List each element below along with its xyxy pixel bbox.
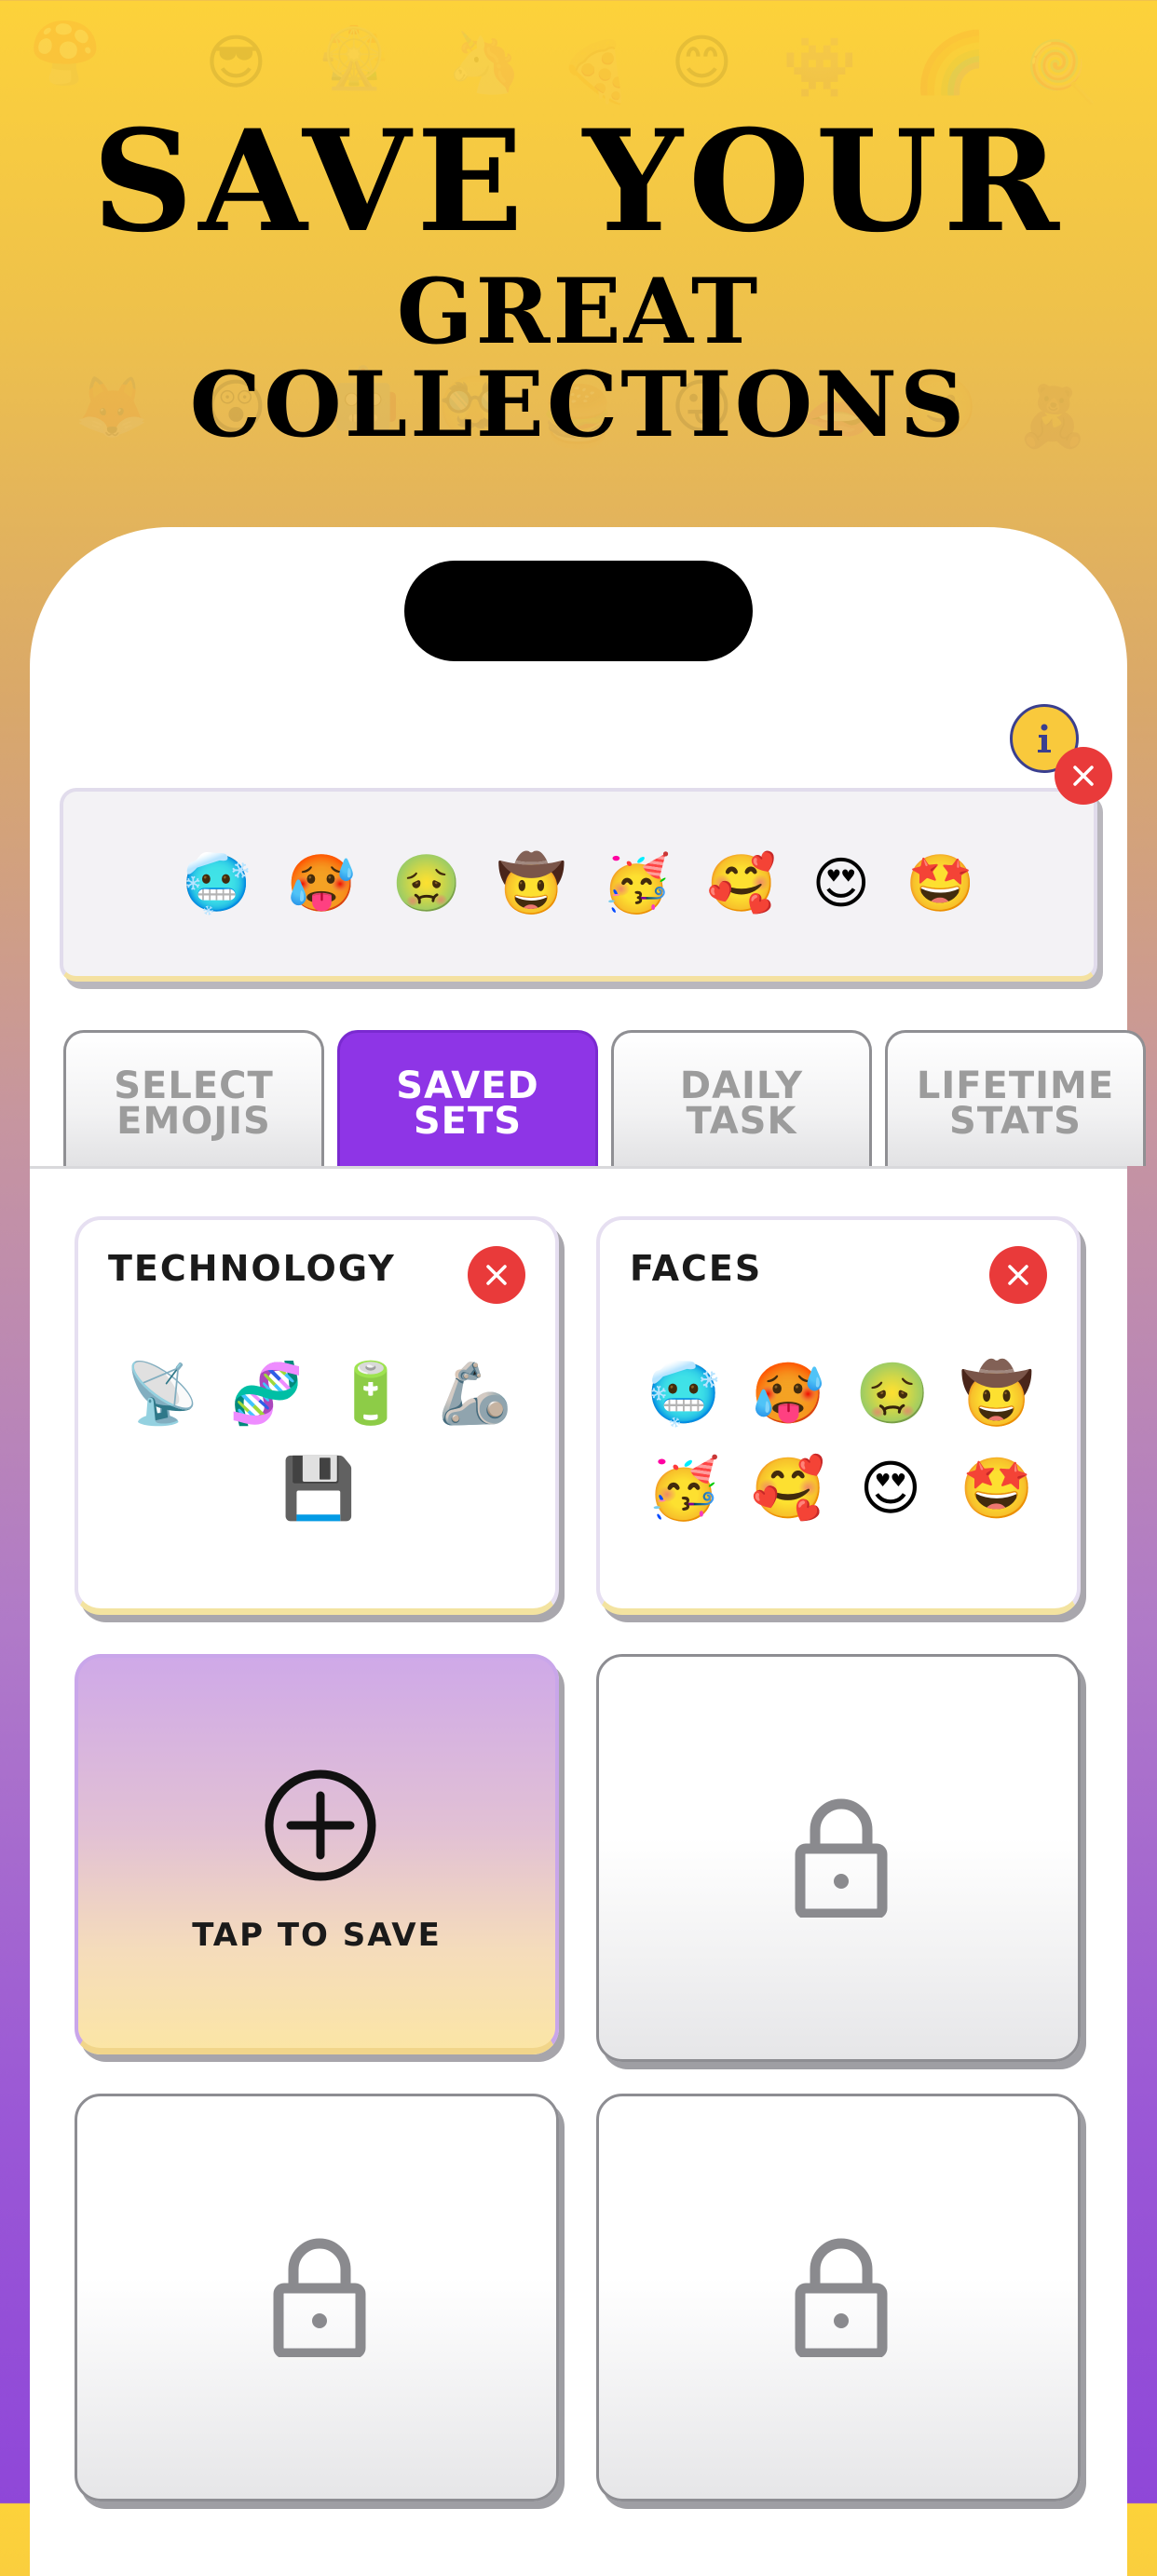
saved-set-card[interactable]: TECHNOLOGY 📡 🧬 🔋 🦾 💾 — [75, 1216, 559, 1615]
close-icon — [486, 1265, 507, 1285]
lock-icon — [795, 1798, 888, 1918]
lock-icon — [795, 2238, 888, 2357]
locked-slot[interactable] — [596, 2094, 1081, 2501]
tab-divider — [30, 1166, 1127, 1169]
current-emoji-set: 🥶 🥵 🤢 🤠 🥳 🥰 😍 🤩 — [60, 788, 1097, 982]
tab-label: LIFETIME STATS — [916, 1064, 1115, 1143]
lock-icon — [273, 2238, 366, 2357]
tab-label: SELECT EMOJIS — [114, 1064, 274, 1143]
emoji: 😍 — [859, 1455, 922, 1522]
emoji: 🤩 — [960, 1455, 1034, 1522]
delete-set-button[interactable] — [468, 1246, 525, 1304]
info-icon — [1038, 724, 1051, 752]
emoji[interactable]: 🥰 — [707, 851, 777, 916]
close-icon — [1008, 1265, 1028, 1285]
tab-lifetime-stats[interactable]: LIFETIME STATS — [885, 1030, 1146, 1166]
close-icon — [1073, 766, 1094, 786]
tab-saved-sets[interactable]: SAVED SETS — [337, 1030, 598, 1166]
emoji: 📡 — [125, 1360, 199, 1427]
clear-current-set-button[interactable] — [1055, 747, 1112, 805]
tab-bar: SELECT EMOJIS SAVED SETS DAILY TASK LIFETIM… — [35, 1030, 1146, 1166]
emoji: 🥵 — [751, 1360, 825, 1427]
headline-line1: SAVE YOUR — [92, 100, 1065, 264]
tap-to-save-label: TAP TO SAVE — [192, 1917, 442, 1954]
emoji: 🦾 — [438, 1360, 512, 1427]
emoji[interactable]: 🤠 — [497, 851, 566, 916]
saved-set-emojis: 📡 🧬 🔋 🦾 💾 — [116, 1358, 518, 1524]
tap-to-save-card[interactable]: TAP TO SAVE — [75, 1654, 559, 2054]
tab-label: DAILY TASK — [679, 1064, 804, 1143]
saved-set-title: FACES — [630, 1248, 763, 1289]
saved-set-title: TECHNOLOGY — [108, 1248, 396, 1289]
emoji: 💾 — [281, 1455, 356, 1522]
saved-set-emojis: 🥶 🥵 🤢 🤠 🥳 🥰 😍 🤩 — [637, 1358, 1040, 1524]
locked-slot[interactable] — [75, 2094, 559, 2501]
phone-screen: 🥶 🥵 🤢 🤠 🥳 🥰 😍 🤩 SELECT EMOJIS SAVED SETS DAILY TA… — [30, 527, 1146, 2576]
tab-label: SAVED SETS — [396, 1064, 539, 1143]
plus-circle-icon — [265, 1769, 376, 1881]
emoji[interactable]: 🥵 — [287, 851, 357, 916]
tab-select-emojis[interactable]: SELECT EMOJIS — [63, 1030, 324, 1166]
emoji: 🥰 — [751, 1455, 825, 1522]
emoji[interactable]: 🤩 — [905, 851, 975, 916]
dynamic-island — [404, 561, 753, 661]
emoji: 🧬 — [229, 1360, 304, 1427]
emoji: 🤠 — [960, 1360, 1034, 1427]
emoji[interactable]: 🥶 — [182, 851, 252, 916]
emoji: 🔋 — [333, 1360, 408, 1427]
tab-daily-task[interactable]: DAILY TASK — [611, 1030, 872, 1166]
delete-set-button[interactable] — [989, 1246, 1047, 1304]
emoji: 🤢 — [855, 1360, 930, 1427]
headline-line2: GREAT COLLECTIONS — [189, 259, 968, 457]
locked-slot[interactable] — [596, 1654, 1081, 2062]
emoji[interactable]: 🤢 — [392, 851, 462, 916]
emoji: 🥶 — [647, 1360, 721, 1427]
emoji[interactable]: 😍 — [812, 851, 871, 916]
saved-set-card[interactable]: FACES 🥶 🥵 🤢 🤠 🥳 🥰 😍 🤩 — [596, 1216, 1081, 1615]
emoji[interactable]: 🥳 — [602, 851, 672, 916]
emoji: 🥳 — [647, 1455, 721, 1522]
